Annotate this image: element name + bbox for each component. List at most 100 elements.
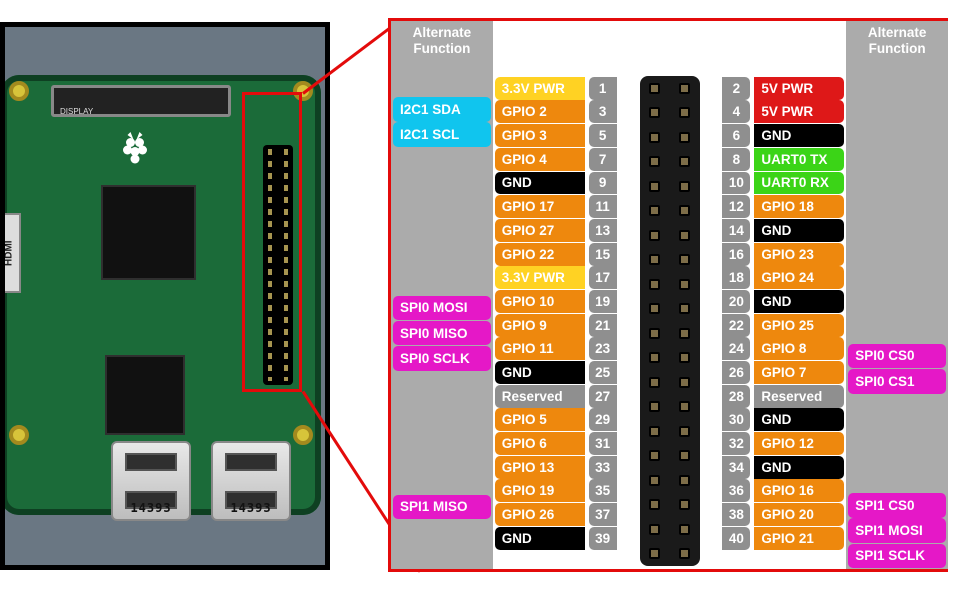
pinout-panel: Alternate Function I2C1 SDAI2C1 SCL SPI0 …	[388, 18, 948, 572]
usb-port-1: 14393	[111, 441, 191, 521]
pin-30: 30	[722, 408, 750, 431]
func-32: GPIO 12	[754, 432, 844, 455]
pin-35: 35	[589, 479, 617, 502]
alt-35: SPI1 MISO	[393, 495, 491, 520]
alt-19: SPI0 MOSI	[393, 296, 491, 321]
func-5: GPIO 3	[495, 124, 585, 147]
func-37: GPIO 26	[495, 503, 585, 526]
right-alt-column: Alternate Function SPI0 CS0SPI0 CS1 SPI1 …	[846, 21, 948, 569]
func-14: GND	[754, 219, 844, 242]
alt-40: SPI1 SCLK	[848, 544, 946, 569]
pin-19: 19	[589, 290, 617, 313]
pin-36: 36	[722, 479, 750, 502]
func-33: GPIO 13	[495, 456, 585, 479]
alt-36: SPI1 CS0	[848, 493, 946, 518]
func-2: 5V PWR	[754, 77, 844, 100]
func-26: GPIO 7	[754, 361, 844, 384]
pin-9: 9	[589, 172, 617, 195]
alt-5: I2C1 SCL	[393, 122, 491, 147]
pin-2: 2	[722, 77, 750, 100]
func-28: Reserved	[754, 385, 844, 408]
alt-24: SPI0 CS0	[848, 344, 946, 369]
func-1: 3.3V PWR	[495, 77, 585, 100]
func-25: GND	[495, 361, 585, 384]
func-13: GPIO 27	[495, 219, 585, 242]
pin-25: 25	[589, 361, 617, 384]
func-19: GPIO 10	[495, 290, 585, 313]
hdmi-port: HDMI	[0, 213, 21, 293]
pin-29: 29	[589, 408, 617, 431]
alt-header-right: Alternate Function	[846, 21, 948, 66]
pin-39: 39	[589, 527, 617, 550]
pin-17: 17	[589, 266, 617, 289]
func-39: GND	[495, 527, 585, 550]
func-23: GPIO 11	[495, 337, 585, 360]
func-9: GND	[495, 172, 585, 195]
pin-40: 40	[722, 527, 750, 550]
right-func-column: 5V PWR5V PWRGNDUART0 TXUART0 RXGPIO 18GN…	[752, 21, 846, 569]
pin-37: 37	[589, 503, 617, 526]
pin-20: 20	[722, 290, 750, 313]
func-6: GND	[754, 124, 844, 147]
func-40: GPIO 21	[754, 527, 844, 550]
func-7: GPIO 4	[495, 148, 585, 171]
func-20: GND	[754, 290, 844, 313]
left-num-column: 13579111315171921232527293133353739	[587, 21, 619, 569]
header-strip-column	[619, 21, 721, 569]
func-12: GPIO 18	[754, 195, 844, 218]
func-17: 3.3V PWR	[495, 266, 585, 289]
alt-38: SPI1 MOSI	[848, 518, 946, 543]
pin-21: 21	[589, 314, 617, 337]
pin-11: 11	[589, 195, 617, 218]
right-num-column: 246810121416182022242628303234363840	[720, 21, 752, 569]
pin-6: 6	[722, 124, 750, 147]
func-8: UART0 TX	[754, 148, 844, 171]
pin-7: 7	[589, 148, 617, 171]
left-func-column: 3.3V PWRGPIO 2GPIO 3GPIO 4GNDGPIO 17GPIO…	[493, 21, 587, 569]
alt-3: I2C1 SDA	[393, 97, 491, 122]
func-27: Reserved	[495, 385, 585, 408]
func-3: GPIO 2	[495, 100, 585, 123]
board-photo: HDMI 14393 14393	[0, 22, 330, 570]
pin-32: 32	[722, 432, 750, 455]
func-22: GPIO 25	[754, 314, 844, 337]
pin-10: 10	[722, 172, 750, 195]
alt-header-left: Alternate Function	[391, 21, 493, 66]
pin-28: 28	[722, 385, 750, 408]
alt-26: SPI0 CS1	[848, 369, 946, 394]
func-34: GND	[754, 456, 844, 479]
usb-port-2: 14393	[211, 441, 291, 521]
func-31: GPIO 6	[495, 432, 585, 455]
pin-27: 27	[589, 385, 617, 408]
pin-13: 13	[589, 219, 617, 242]
pin-31: 31	[589, 432, 617, 455]
func-16: GPIO 23	[754, 243, 844, 266]
func-38: GPIO 20	[754, 503, 844, 526]
pin-1: 1	[589, 77, 617, 100]
left-alt-column: Alternate Function I2C1 SDAI2C1 SCL SPI0 …	[391, 21, 493, 569]
func-10: UART0 RX	[754, 172, 844, 195]
pin-18: 18	[722, 266, 750, 289]
pin-24: 24	[722, 337, 750, 360]
gpio-header-photo	[263, 145, 293, 385]
raspberry-logo-icon	[117, 129, 153, 165]
pin-4: 4	[722, 100, 750, 123]
pin-33: 33	[589, 456, 617, 479]
func-24: GPIO 8	[754, 337, 844, 360]
pin-22: 22	[722, 314, 750, 337]
pin-16: 16	[722, 243, 750, 266]
pin-12: 12	[722, 195, 750, 218]
func-21: GPIO 9	[495, 314, 585, 337]
func-36: GPIO 16	[754, 479, 844, 502]
func-30: GND	[754, 408, 844, 431]
pin-5: 5	[589, 124, 617, 147]
pin-15: 15	[589, 243, 617, 266]
alt-23: SPI0 SCLK	[393, 346, 491, 371]
func-15: GPIO 22	[495, 243, 585, 266]
func-29: GPIO 5	[495, 408, 585, 431]
pin-3: 3	[589, 100, 617, 123]
func-18: GPIO 24	[754, 266, 844, 289]
pin-26: 26	[722, 361, 750, 384]
alt-21: SPI0 MISO	[393, 321, 491, 346]
func-4: 5V PWR	[754, 100, 844, 123]
